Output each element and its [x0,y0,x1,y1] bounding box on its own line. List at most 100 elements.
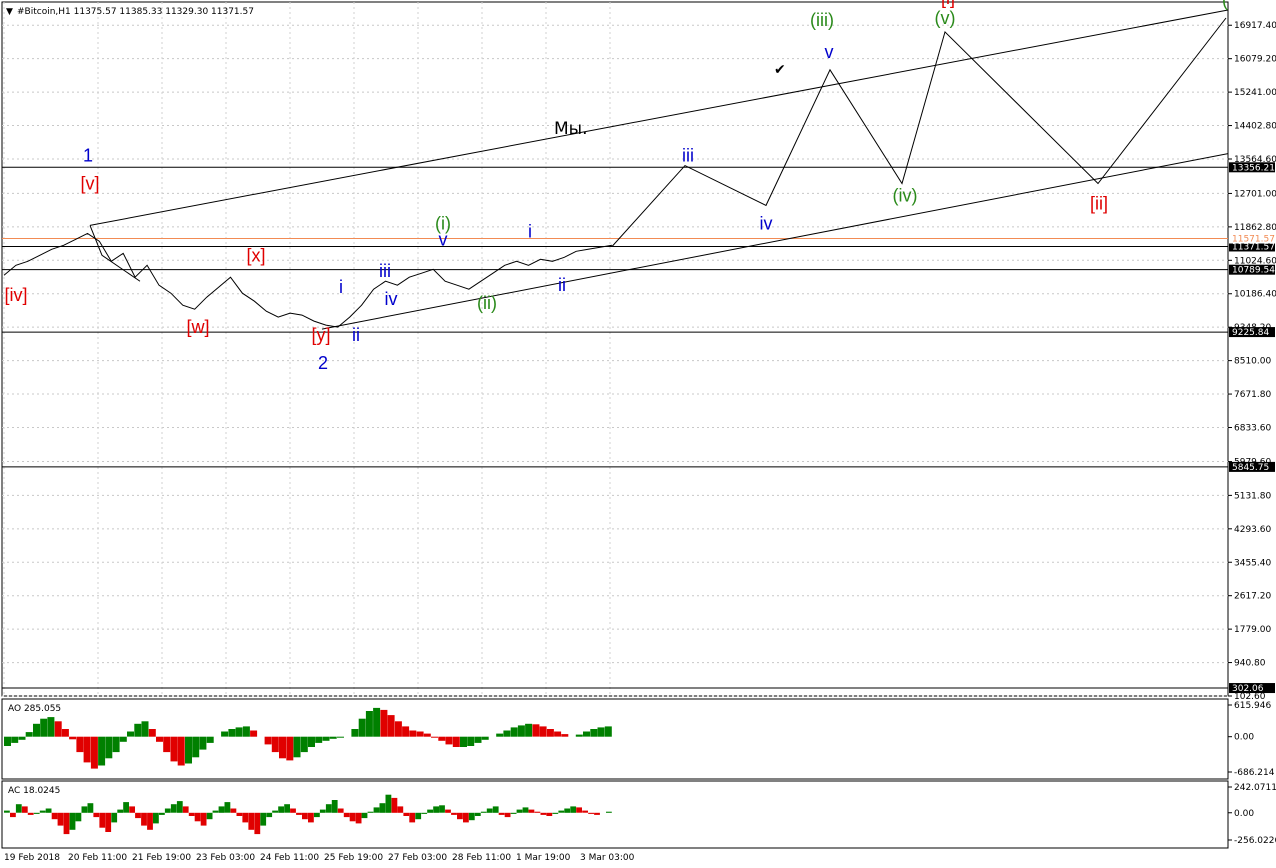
histogram-bar [503,730,511,737]
ac-y-axis: 242.0711 0.00 -256.0226 [1228,783,1276,846]
x-tick-label: 24 Feb 11:00 [260,853,319,863]
histogram-bar [367,811,374,813]
histogram-bar [496,733,504,737]
y-tick-label: 12701.00 [1234,189,1276,199]
histogram-bar [228,729,236,737]
y-tick-label: 615.946 [1234,701,1271,711]
histogram-bar [558,810,565,813]
histogram-bar [93,812,100,818]
histogram-bar [61,729,69,737]
histogram-bar [606,811,612,813]
histogram-bar [224,802,231,813]
histogram-bar [486,808,493,813]
wave-label: ii [352,325,360,345]
wave-label: v [439,229,448,249]
ac-plot-frame [1,780,1229,849]
y-tick-label: 0.00 [1234,809,1254,819]
histogram-bar [75,812,82,822]
wave-label: (iii) [810,10,834,30]
histogram-bar [188,812,195,816]
histogram-bar [319,809,326,813]
histogram-bar [343,812,350,818]
histogram-bar [575,734,583,737]
histogram-bar [164,808,171,813]
wave-label: [iv] [4,285,27,305]
histogram-bar [604,726,612,737]
histogram-bar [445,736,453,745]
histogram-bar [331,800,338,813]
histogram-bar [504,812,511,818]
histogram-bar [254,812,261,835]
histogram-bar [402,726,410,737]
y-tick-label: 0.00 [1234,733,1254,743]
histogram-bar [69,812,76,830]
main-y-axis: 16917.4016079.2015241.0014402.8013564.60… [1228,21,1276,702]
wave-label: [v] [80,173,99,193]
y-tick-label: 3455.40 [1234,558,1271,568]
histogram-bar [474,736,482,743]
histogram-bar [355,812,362,824]
wave-label: 2 [318,353,328,373]
histogram-bar [539,726,547,737]
histogram-bar [302,812,308,820]
histogram-bar [438,736,446,741]
check-mark-icon: ✔ [774,62,786,78]
y-tick-label: 6833.60 [1234,423,1271,433]
histogram-bar [153,812,159,824]
ao-label: AO 285.055 [8,704,61,714]
wave-label: 1 [83,146,93,166]
histogram-bar [194,812,201,822]
wave-label: iii [379,261,391,281]
histogram-bar [546,812,553,816]
histogram-bar [460,736,467,747]
price-tag-label: 10789.54 [1232,266,1275,276]
histogram-bar [177,736,185,766]
histogram-bar [69,736,77,740]
y-tick-label: 242.0711 [1234,783,1276,793]
histogram-bar [516,809,523,813]
histogram-bar [439,805,445,813]
x-axis: 19 Feb 2018 20 Feb 11:00 21 Feb 19:00 23 Fe… [4,853,635,863]
histogram-bar [423,733,431,737]
histogram-bar [554,731,562,737]
histogram-bar [83,736,91,763]
histogram-bar [597,727,605,737]
histogram-bar [236,812,243,816]
histogram-bar [290,808,296,813]
histogram-bar [409,730,417,737]
histogram-bar [588,812,594,814]
histogram-bar [266,812,273,818]
histogram-bar [76,736,84,753]
histogram-bar [260,812,267,826]
channel-annotation: Мы. [554,119,588,139]
histogram-bar [528,809,535,813]
histogram-bar [293,736,301,758]
histogram-bar [141,721,149,737]
wave-label: (v) [935,8,956,28]
histogram-bar [474,812,481,816]
histogram-bar [33,723,40,737]
histogram-bar [112,736,120,753]
histogram-bar [134,723,142,737]
y-tick-label: 14402.80 [1234,122,1276,132]
histogram-bar [590,729,598,737]
wave-label: ii [558,275,566,295]
histogram-bar [286,736,294,761]
histogram-bar [564,808,571,813]
histogram-bar [230,808,237,813]
histogram-bar [170,804,177,813]
histogram-bar [90,736,98,769]
histogram-bar [250,730,258,737]
x-tick-label: 3 Mar 03:00 [580,853,635,863]
histogram-bar [242,726,250,737]
chart-canvas: 1[v][iv][w][x][y]2iiiiiiiv(i)v(ii)iiiiii… [1,0,1276,863]
histogram-bar [534,811,541,813]
main-price-panel: 1[v][iv][w][x][y]2iiiiiiiv(i)v(ii)iiiiii… [1,0,1276,702]
y-tick-label: 4293.60 [1234,525,1271,535]
y-tick-label: 10186.40 [1234,290,1276,300]
histogram-bar [365,711,373,737]
histogram-bar [325,804,332,813]
wave-label: v [825,42,834,62]
histogram-bar [463,812,469,823]
histogram-bar [271,736,279,753]
